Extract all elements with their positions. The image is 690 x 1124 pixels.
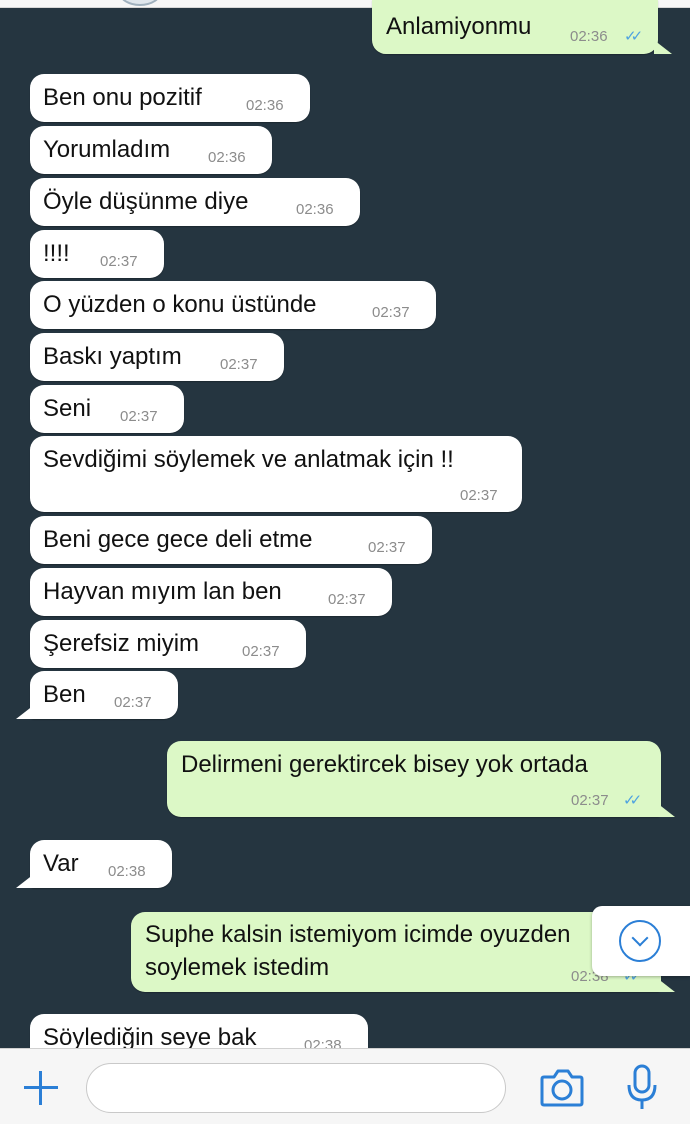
message-time: 02:37: [120, 408, 158, 425]
chat-area: Anlamiyonmu 02:36 ✓✓ Ben onu pozitif 02:…: [0, 0, 690, 1048]
message-time: 02:37: [220, 356, 258, 373]
message-bubble-incoming[interactable]: Var 02:38: [16, 840, 172, 888]
message-time: 02:37: [242, 643, 280, 660]
message-bubble-incoming[interactable]: Söylediğin seye bak 02:38: [30, 1014, 368, 1048]
scroll-to-bottom-button[interactable]: [592, 906, 690, 976]
read-receipt-icon: ✓✓: [623, 792, 642, 809]
message-bubble-outgoing[interactable]: Suphe kalsin istemiyom icimde oyuzden so…: [131, 912, 675, 992]
message-time: 02:36: [570, 28, 608, 45]
message-time: 02:36: [208, 149, 246, 166]
message-bubble-incoming[interactable]: !!!! 02:37: [30, 230, 164, 278]
message-text: Söylediğin seye bak: [43, 1024, 257, 1048]
message-text: Var: [43, 850, 79, 877]
avatar[interactable]: [118, 0, 162, 6]
message-time: 02:37: [571, 792, 609, 809]
message-bubble-incoming[interactable]: Sevdiğimi söylemek ve anlatmak için !! 0…: [30, 436, 522, 512]
message-time: 02:37: [114, 694, 152, 711]
message-text: Yorumladım: [43, 136, 171, 163]
message-text: Ben: [43, 681, 86, 708]
message-text: Sevdiğimi söylemek ve anlatmak için !!: [43, 446, 454, 473]
message-text: O yüzden o konu üstünde: [43, 291, 317, 318]
message-time: 02:37: [328, 591, 366, 608]
message-time: 02:37: [100, 253, 138, 270]
message-bubble-incoming[interactable]: Seni 02:37: [30, 385, 184, 433]
camera-icon[interactable]: [540, 1067, 584, 1107]
message-text-line2: soylemek istedim: [145, 954, 330, 981]
message-text: Öyle düşünme diye: [43, 188, 249, 215]
message-input[interactable]: [86, 1063, 506, 1113]
message-time: 02:37: [460, 487, 498, 504]
message-bubble-outgoing[interactable]: Delirmeni gerektircek bisey yok ortada 0…: [167, 741, 675, 817]
message-bubble-incoming[interactable]: Yorumladım 02:36: [30, 126, 272, 174]
message-text: !!!!: [43, 240, 70, 267]
message-time: 02:38: [304, 1037, 342, 1048]
message-input-bar: [0, 1048, 690, 1124]
message-time: 02:37: [372, 304, 410, 321]
message-time: 02:38: [108, 863, 146, 880]
message-text: Anlamiyonmu: [386, 13, 532, 40]
message-text: Seni: [43, 395, 92, 422]
microphone-icon[interactable]: [622, 1063, 662, 1113]
message-bubble-incoming[interactable]: Ben onu pozitif 02:36: [30, 74, 310, 122]
message-text: Baskı yaptım: [43, 343, 182, 370]
message-text: Beni gece gece deli etme: [43, 526, 313, 553]
message-text: Delirmeni gerektircek bisey yok ortada: [181, 751, 588, 778]
message-bubble-incoming[interactable]: Öyle düşünme diye 02:36: [30, 178, 360, 226]
message-bubble-incoming[interactable]: O yüzden o konu üstünde 02:37: [30, 281, 436, 329]
message-time: 02:36: [246, 97, 284, 114]
message-text: Ben onu pozitif: [43, 84, 202, 111]
plus-icon[interactable]: [22, 1069, 60, 1107]
message-bubble-incoming[interactable]: Hayvan mıyım lan ben 02:37: [30, 568, 392, 616]
message-text: Hayvan mıyım lan ben: [43, 578, 282, 605]
message-time: 02:37: [368, 539, 406, 556]
message-bubble-incoming[interactable]: Şerefsiz miyim 02:37: [30, 620, 306, 668]
message-text: Şerefsiz miyim: [43, 630, 200, 657]
message-bubble-incoming[interactable]: Baskı yaptım 02:37: [30, 333, 284, 381]
message-bubble-outgoing[interactable]: Anlamiyonmu 02:36 ✓✓: [372, 0, 672, 54]
chevron-down-icon: [619, 920, 661, 962]
message-time: 02:36: [296, 201, 334, 218]
message-bubble-incoming[interactable]: Ben 02:37: [16, 671, 178, 719]
read-receipt-icon: ✓✓: [624, 28, 643, 45]
message-bubble-incoming[interactable]: Beni gece gece deli etme 02:37: [30, 516, 432, 564]
message-text: Suphe kalsin istemiyom icimde oyuzden: [145, 921, 571, 948]
